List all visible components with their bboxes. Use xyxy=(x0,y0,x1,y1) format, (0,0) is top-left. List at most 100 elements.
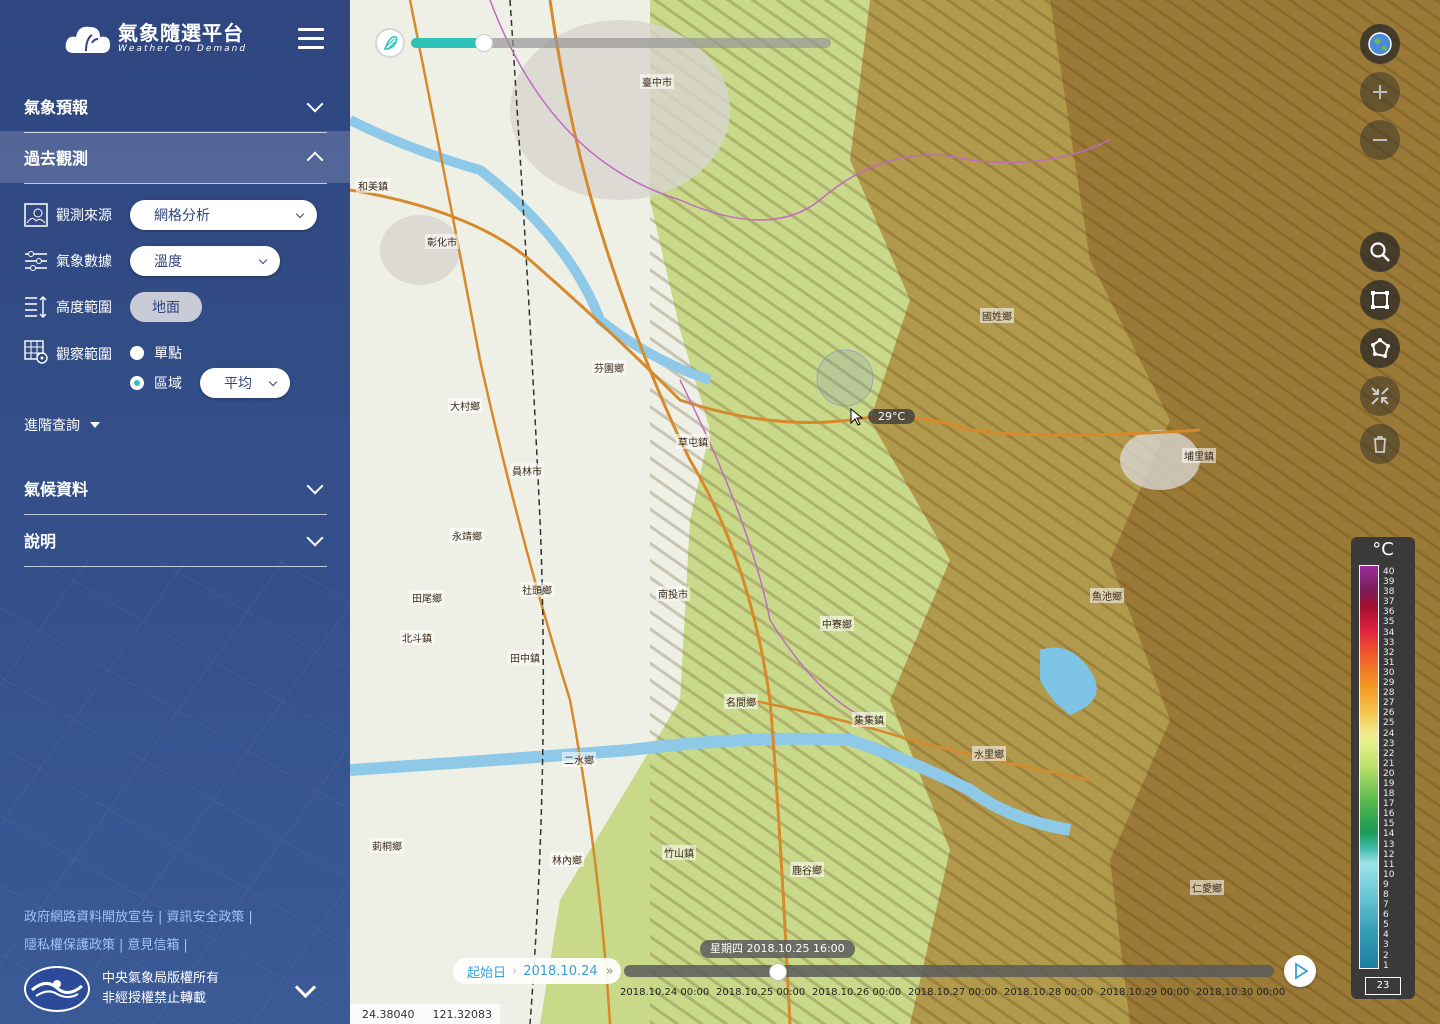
privacy-policy-link[interactable]: 隱私權保護政策 xyxy=(24,938,115,953)
legend-tick: 27 xyxy=(1383,698,1395,709)
place-label: 北斗鎮 xyxy=(400,630,434,645)
layer-opacity-control[interactable] xyxy=(375,28,831,58)
place-label: 名間鄉 xyxy=(724,694,758,709)
obs-data-row: 氣象數據 溫度 xyxy=(24,246,280,276)
altitude-button[interactable]: 地面 xyxy=(130,292,202,322)
place-label: 二水鄉 xyxy=(562,752,596,767)
globe-icon xyxy=(1368,32,1392,56)
place-label: 南投市 xyxy=(656,586,690,601)
legend-tick: 31 xyxy=(1383,657,1395,668)
timeline-date-label: 2018.10.28 00:00 xyxy=(1004,987,1094,998)
time-slider-knob[interactable] xyxy=(769,963,787,981)
cwb-copyright: 中央氣象局版權所有 非經授權禁止轉載 xyxy=(24,966,219,1012)
legend-color-bar xyxy=(1359,565,1379,969)
legend-tick: 24 xyxy=(1383,728,1395,739)
place-label: 永靖鄉 xyxy=(450,528,484,543)
legend-tick: 33 xyxy=(1383,637,1395,648)
cloud-logo-icon xyxy=(65,26,110,53)
draw-rectangle-button[interactable] xyxy=(1360,280,1400,320)
caret-down-icon xyxy=(90,422,100,428)
legend-tick: 29 xyxy=(1383,678,1395,689)
area-radio-point[interactable]: 單點 xyxy=(130,340,290,366)
map-canvas[interactable]: 臺中市 彰化市 和美鎮 大村鄉 員林市 芬園鄉 草屯鎮 南投市 埔里鎮 國姓鄉 … xyxy=(350,0,1440,1024)
legend-tick: 38 xyxy=(1383,587,1395,598)
start-date-value: 2018.10.24 xyxy=(523,963,598,979)
altitude-value: 地面 xyxy=(152,300,180,316)
rectangle-select-icon xyxy=(1371,291,1389,309)
place-label: 臺中市 xyxy=(640,74,674,89)
sliders-icon xyxy=(25,251,47,271)
legend-tick: 2 xyxy=(1383,950,1389,961)
legend-tick: 9 xyxy=(1383,879,1389,890)
section-title: 氣象預報 xyxy=(24,98,89,117)
legend-tick: 37 xyxy=(1383,597,1395,608)
draw-polygon-button[interactable] xyxy=(1360,328,1400,368)
start-date-button[interactable]: 起始日 › 2018.10.24 » xyxy=(453,958,621,984)
section-title: 說明 xyxy=(24,532,57,551)
time-tooltip: 星期四 2018.10.25 16:00 xyxy=(700,940,855,958)
legend-tick: 8 xyxy=(1383,890,1389,900)
area-radio-region[interactable]: 區域 xyxy=(130,373,182,393)
open-data-link[interactable]: 政府網路資料開放宣告 xyxy=(24,910,154,925)
radio-checked xyxy=(130,376,144,390)
footer-links: 政府網路資料開放宣告 | 資訊安全政策 | 隱私權保護政策 | 意見信箱 | xyxy=(24,910,253,953)
cursor-icon xyxy=(850,408,864,426)
obs-source-label: 觀測來源 xyxy=(56,208,112,224)
zoom-in-button[interactable] xyxy=(1360,72,1400,112)
timeline-date-label: 2018.10.29 00:00 xyxy=(1100,987,1190,998)
legend-tick: 20 xyxy=(1383,768,1395,779)
minus-icon xyxy=(1373,139,1387,141)
layer-opacity-icon xyxy=(375,28,405,58)
obs-source-select[interactable]: 網格分析 xyxy=(130,200,317,230)
radio-unchecked xyxy=(130,346,144,360)
hamburger-menu-button[interactable] xyxy=(298,28,324,50)
legend-current-value: 23 xyxy=(1365,977,1401,995)
opacity-slider-track[interactable] xyxy=(411,34,831,52)
area-region-label: 區域 xyxy=(154,376,182,392)
copyright-notice: 非經授權禁止轉載 xyxy=(102,991,207,1006)
place-label: 埔里鎮 xyxy=(1182,448,1216,463)
play-icon xyxy=(1295,962,1309,980)
basemap-globe-button[interactable] xyxy=(1360,24,1400,64)
legend-tick: 14 xyxy=(1383,829,1395,840)
place-label: 鹿谷鄉 xyxy=(790,862,824,877)
search-button[interactable] xyxy=(1360,232,1400,272)
play-button[interactable] xyxy=(1284,955,1316,987)
place-label: 員林市 xyxy=(510,463,544,478)
plus-icon xyxy=(1373,85,1387,99)
legend-tick: 36 xyxy=(1383,607,1395,618)
place-label: 魚池鄉 xyxy=(1090,588,1124,603)
feedback-link[interactable]: 意見信箱 xyxy=(127,938,179,953)
opacity-slider-knob[interactable] xyxy=(475,34,493,52)
place-label: 草屯鎮 xyxy=(676,434,710,449)
section-title: 氣候資料 xyxy=(24,480,89,499)
zoom-out-button[interactable] xyxy=(1360,120,1400,160)
obs-data-select[interactable]: 溫度 xyxy=(130,246,280,276)
legend-tick: 3 xyxy=(1383,940,1389,951)
advanced-query-toggle[interactable]: 進階查詢 xyxy=(24,415,100,435)
brand-logo[interactable]: 氣象隨選平台 Weather On Demand xyxy=(64,22,247,55)
area-row: 觀察範圍 單點 區域 平均 xyxy=(24,340,290,398)
double-chevron-right-icon: » xyxy=(605,963,614,979)
security-policy-link[interactable]: 資訊安全政策 xyxy=(166,910,244,925)
timeline-date-label: 2018.10.27 00:00 xyxy=(908,987,998,998)
legend-tick: 25 xyxy=(1383,718,1395,729)
legend-tick: 5 xyxy=(1383,920,1389,931)
area-aggregate-value: 平均 xyxy=(224,376,252,392)
delete-button[interactable] xyxy=(1360,424,1400,464)
section-help[interactable]: 說明 xyxy=(24,514,327,567)
search-icon xyxy=(1370,242,1390,262)
shrink-icon xyxy=(1371,387,1389,405)
place-label: 莿桐鄉 xyxy=(370,838,404,853)
clear-selection-button[interactable] xyxy=(1360,376,1400,416)
legend-tick: 11 xyxy=(1383,859,1395,870)
legend-tick: 1 xyxy=(1383,960,1389,971)
chevron-right-icon: › xyxy=(512,963,518,979)
section-climate[interactable]: 氣候資料 xyxy=(24,462,327,515)
area-aggregate-select[interactable]: 平均 xyxy=(200,368,290,398)
section-past-observation[interactable]: 過去觀測 xyxy=(24,131,327,184)
section-forecast[interactable]: 氣象預報 xyxy=(24,80,327,133)
collapse-footer-button[interactable] xyxy=(294,976,317,999)
legend-ticks: 40 39 38 37 36 35 34 33 32 31 30 29 28 27 26 25 24 23 22 21… xyxy=(1383,567,1394,971)
time-slider-track[interactable] xyxy=(624,965,1274,977)
